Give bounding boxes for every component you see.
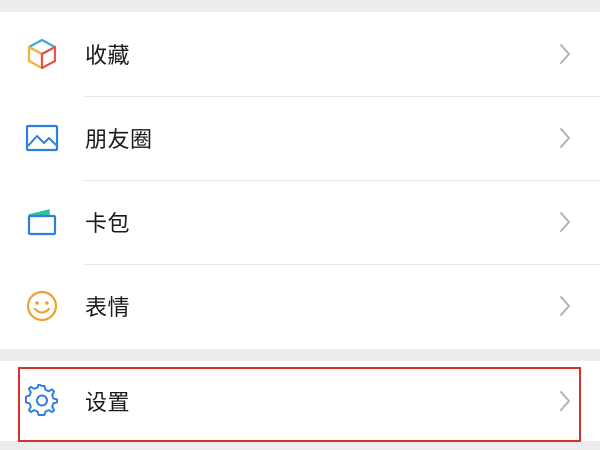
chevron-right-icon <box>560 128 570 148</box>
chevron-right-icon <box>560 44 570 64</box>
settings-group: 设置 <box>0 361 600 441</box>
menu-item-label: 表情 <box>85 296 131 321</box>
sticker-smiley-icon <box>24 288 60 324</box>
chevron-right-icon <box>560 212 570 232</box>
settings-gear-icon <box>24 383 60 419</box>
menu-item-moments[interactable]: 朋友圈 <box>0 96 600 180</box>
card-wallet-icon <box>24 204 60 240</box>
section-spacer <box>0 349 600 361</box>
chevron-right-icon <box>560 391 570 411</box>
top-spacer <box>0 0 600 12</box>
menu-item-favorites[interactable]: 收藏 <box>0 12 600 96</box>
menu-item-label: 卡包 <box>85 212 131 237</box>
chevron-right-icon <box>560 296 570 316</box>
menu-item-label: 收藏 <box>85 44 131 69</box>
menu-item-label: 设置 <box>85 391 131 416</box>
menu-item-settings[interactable]: 设置 <box>0 361 600 441</box>
menu-group: 收藏 朋友圈 卡包 表情 <box>0 12 600 349</box>
menu-item-label: 朋友圈 <box>85 128 153 153</box>
favorites-cube-icon <box>24 36 60 72</box>
moments-picture-icon <box>24 120 60 156</box>
menu-item-card-wallet[interactable]: 卡包 <box>0 180 600 264</box>
menu-item-stickers[interactable]: 表情 <box>0 264 600 348</box>
me-menu-screen: 收藏 朋友圈 卡包 表情 设置 <box>0 0 600 450</box>
